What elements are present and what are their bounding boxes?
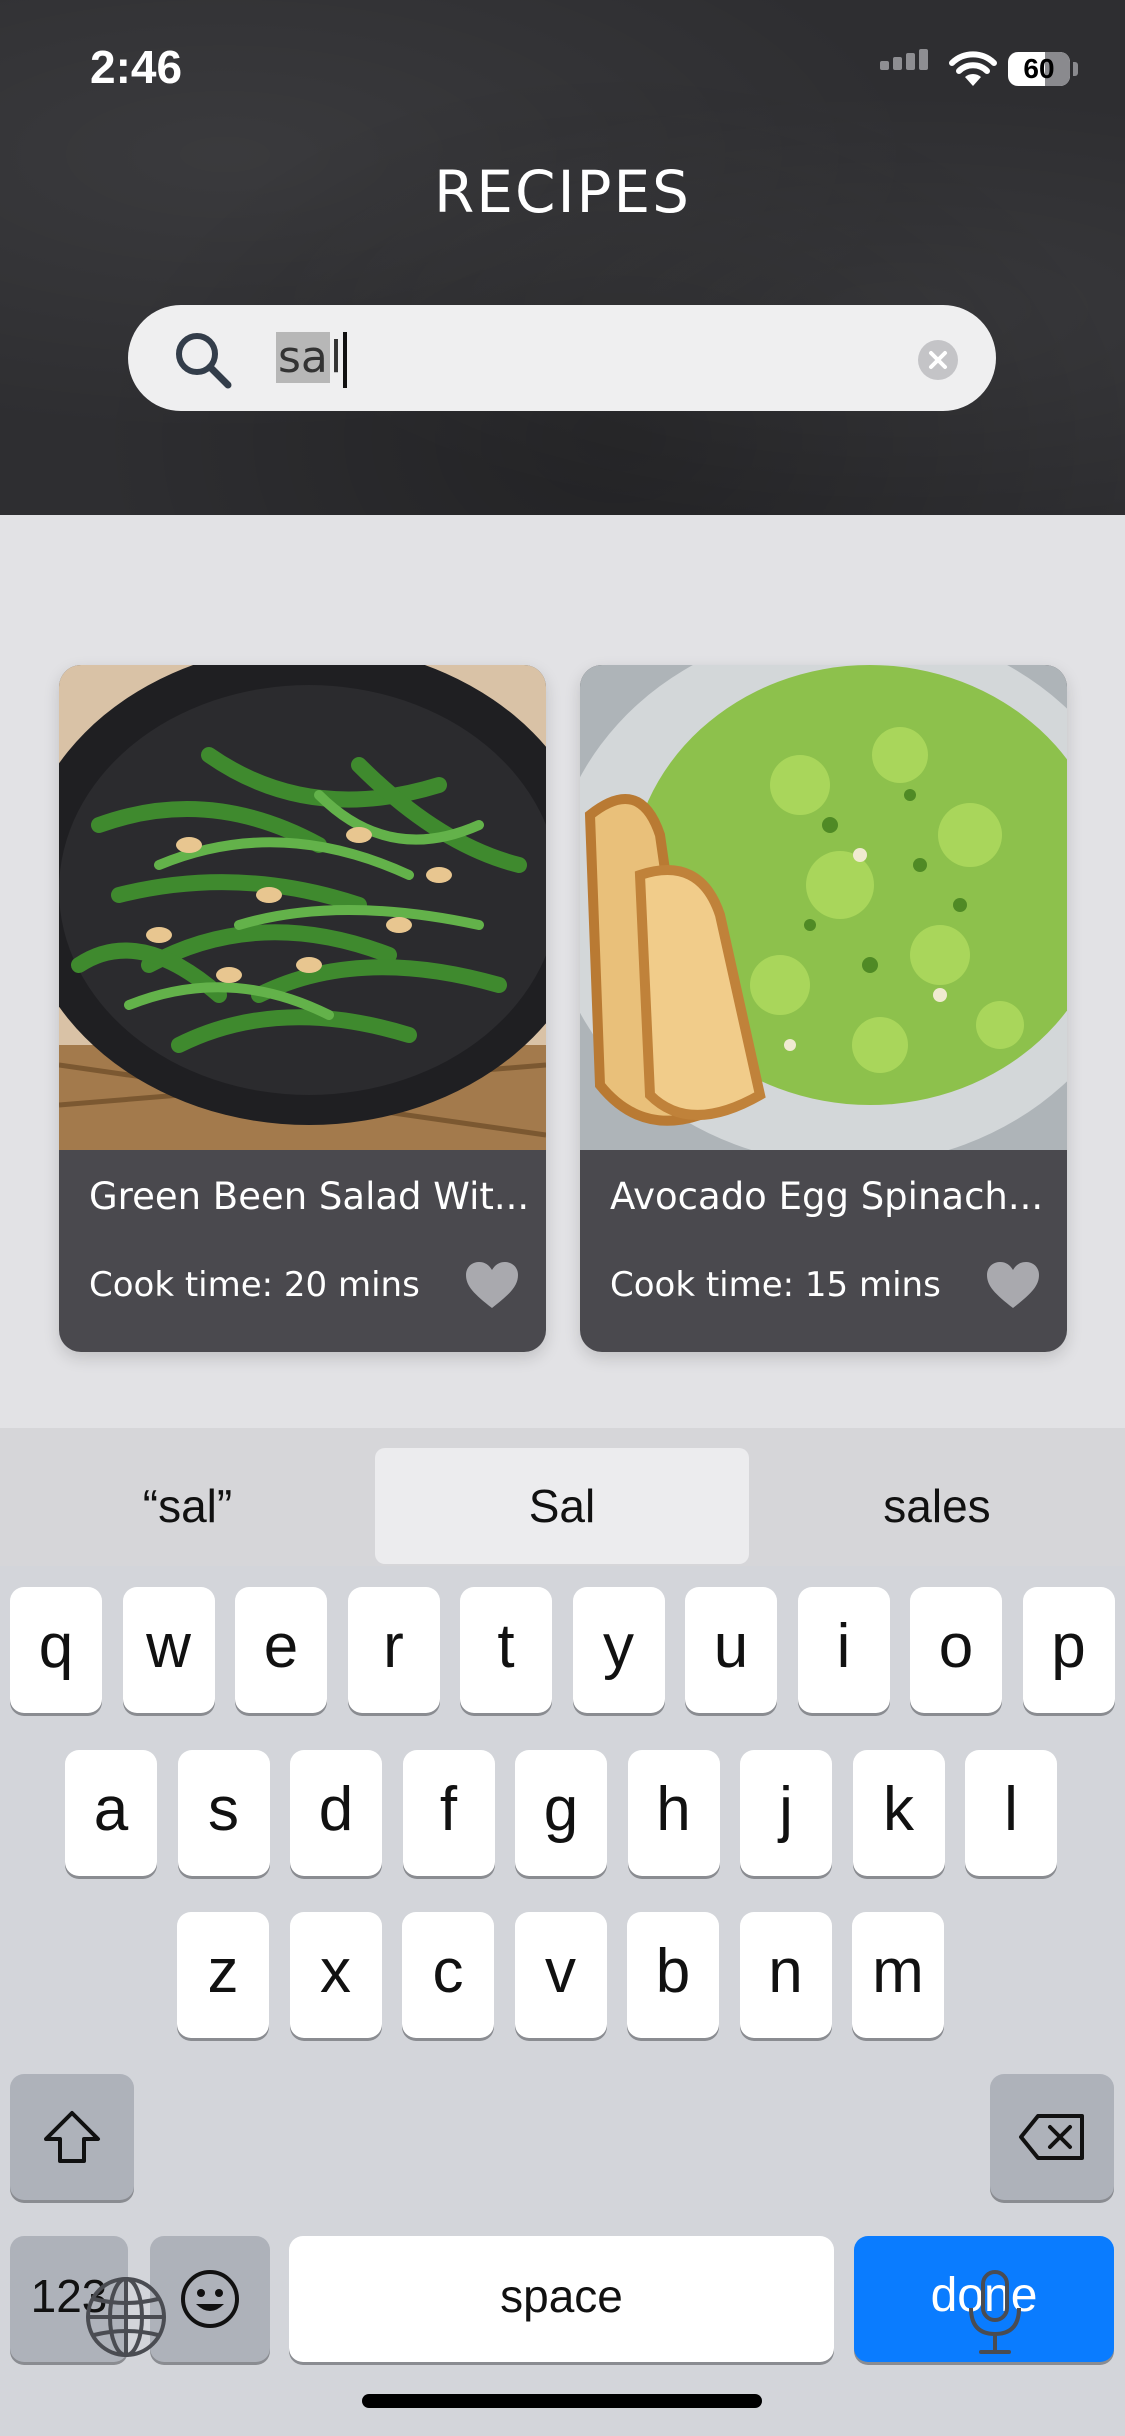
search-rest-text: l [329,332,343,383]
keyboard: qwertyuiop asdfghjkl zxcvbnm 123 space d… [0,1566,1125,2436]
microphone-icon[interactable] [965,2268,1025,2358]
header: 2:46 60 RECIPES sal [0,0,1125,515]
emoji-icon [181,2270,239,2328]
key-t[interactable]: t [460,1587,552,1713]
suggestion-item[interactable]: sales [749,1448,1125,1564]
emoji-key[interactable] [150,2236,270,2362]
suggestion-bar: “sal” Sal sales [0,1428,1125,1566]
key-o[interactable]: o [910,1587,1002,1713]
search-input[interactable]: sal [276,327,348,389]
page-title: RECIPES [434,158,691,226]
key-l[interactable]: l [965,1750,1057,1876]
key-b[interactable]: b [627,1912,719,2038]
key-f[interactable]: f [402,1750,495,1876]
key-k[interactable]: k [852,1750,945,1876]
recipe-cook-time: Cook time: 15 mins [610,1265,941,1305]
globe-icon[interactable] [84,2275,168,2359]
key-n[interactable]: n [739,1912,832,2038]
backspace-key[interactable] [990,2074,1114,2200]
text-cursor [343,332,348,388]
key-v[interactable]: v [514,1912,607,2038]
suggestion-item[interactable]: “sal” [0,1448,375,1564]
key-d[interactable]: d [290,1750,382,1876]
recipe-card[interactable]: Green Been Salad Wit... Cook time: 20 mi… [59,665,546,1352]
key-w[interactable]: w [122,1587,215,1713]
status-time: 2:46 [90,41,183,93]
avocado-egg-salad-photo [580,665,1067,1150]
key-a[interactable]: a [65,1750,157,1876]
key-u[interactable]: u [685,1587,777,1713]
clear-icon[interactable] [918,340,958,380]
key-g[interactable]: g [515,1750,607,1876]
home-indicator [362,2394,762,2408]
search-icon [176,333,232,389]
key-c[interactable]: c [402,1912,494,2038]
heart-icon[interactable] [464,1260,520,1310]
key-s[interactable]: s [177,1750,270,1876]
wifi-icon [949,51,997,86]
recipe-cook-time: Cook time: 20 mins [89,1265,420,1305]
key-x[interactable]: x [289,1912,382,2038]
battery-level: 60 [1023,53,1055,84]
shift-key[interactable] [10,2074,134,2200]
search-field[interactable]: sal [128,305,996,411]
battery-icon: 60 [1008,52,1070,86]
space-key[interactable]: space [289,2236,834,2362]
key-j[interactable]: j [740,1750,832,1876]
key-i[interactable]: i [797,1587,890,1713]
search-selected-text: sa [276,332,330,383]
suggestion-item-selected[interactable]: Sal [375,1448,749,1564]
battery-nub [1073,62,1078,76]
heart-icon[interactable] [985,1260,1041,1310]
key-y[interactable]: y [572,1587,665,1713]
shift-icon [44,2111,100,2163]
recipe-card[interactable]: Avocado Egg Spinach... Cook time: 15 min… [580,665,1067,1352]
key-h[interactable]: h [627,1750,720,1876]
recipe-title: Avocado Egg Spinach... [610,1175,1044,1218]
green-beans-photo [59,665,546,1150]
key-q[interactable]: q [10,1587,102,1713]
recipe-title: Green Been Salad Wit... [89,1175,529,1218]
key-p[interactable]: p [1022,1587,1115,1713]
backspace-icon [1019,2114,1084,2160]
key-r[interactable]: r [347,1587,440,1713]
key-e[interactable]: e [235,1587,327,1713]
key-m[interactable]: m [852,1912,944,2038]
key-z[interactable]: z [177,1912,269,2038]
